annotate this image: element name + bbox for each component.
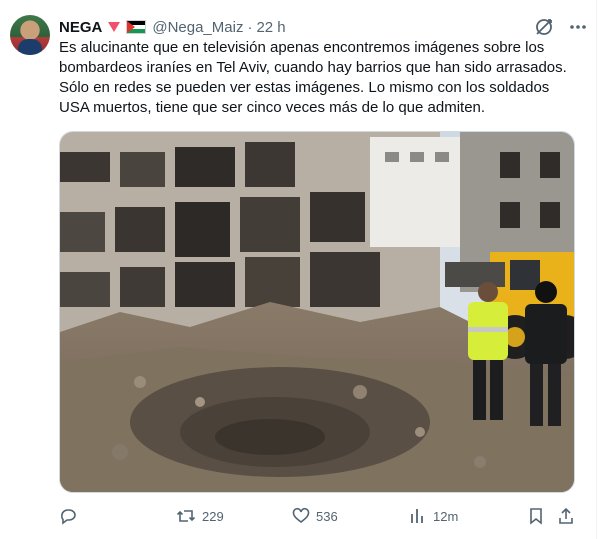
grok-icon[interactable] [534,17,554,37]
retweet-icon [176,507,196,525]
share-button[interactable] [557,505,575,527]
tweet-actions: 229 536 12m [59,505,581,527]
views-count: 12m [433,508,459,524]
separator-dot: · [247,18,253,36]
more-icon[interactable] [568,17,588,37]
reply-icon [59,507,77,525]
views-icon [409,507,427,525]
tweet-text: Es alucinante que en televisión apenas e… [59,39,567,116]
retweet-count: 229 [202,508,224,524]
bookmark-button[interactable] [527,505,545,527]
timestamp[interactable]: 22 h [256,19,285,36]
tweet-photo[interactable] [59,131,575,493]
author-name[interactable]: NEGA [59,19,102,36]
tweet-header: NEGA @Nega_Maiz · 22 h [59,17,588,37]
share-icon [557,507,575,525]
heart-icon [292,507,310,525]
views-button[interactable]: 12m [409,505,458,527]
red-triangle-emoji [108,22,121,32]
reply-button[interactable] [59,505,83,527]
like-count: 536 [316,508,338,524]
author-handle[interactable]: @Nega_Maiz [152,19,243,36]
bookmark-icon [527,507,545,525]
header-actions [534,17,588,37]
avatar[interactable] [10,15,50,55]
retweet-button[interactable]: 229 [176,505,224,527]
palestine-flag-emoji [126,20,147,34]
like-button[interactable]: 536 [292,505,338,527]
tweet-card[interactable]: NEGA @Nega_Maiz · 22 h Es alucinante que… [0,0,597,539]
